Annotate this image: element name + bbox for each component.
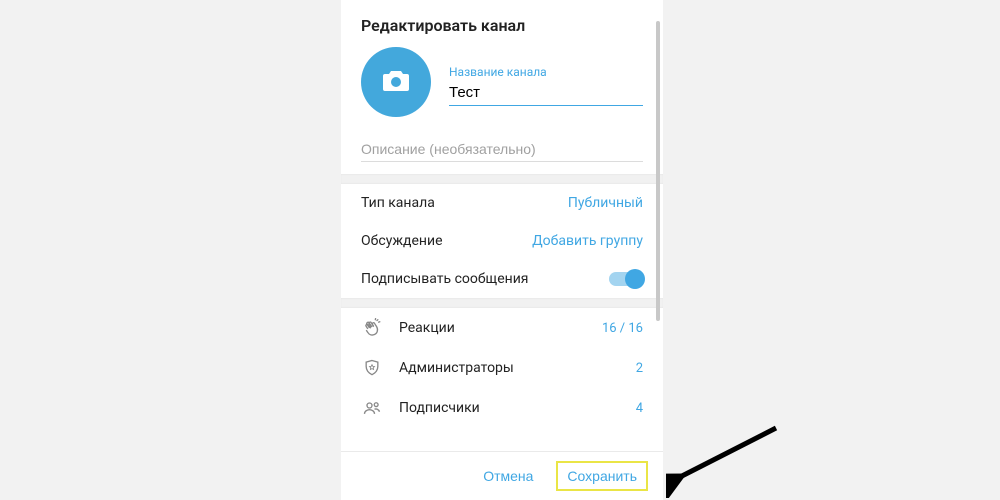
channel-header-section: Название канала xyxy=(341,43,663,133)
wave-icon xyxy=(361,318,383,338)
people-icon xyxy=(361,398,383,418)
discussion-value: Добавить группу xyxy=(532,233,643,249)
description-field[interactable] xyxy=(341,133,663,174)
channel-name-field[interactable]: Название канала xyxy=(449,59,643,106)
discussion-row[interactable]: Обсуждение Добавить группу xyxy=(341,222,663,260)
channel-type-label: Тип канала xyxy=(361,195,435,211)
admins-label: Администраторы xyxy=(399,360,620,376)
annotation-arrow-icon xyxy=(666,418,786,498)
description-input[interactable] xyxy=(361,137,643,162)
sign-messages-row[interactable]: Подписывать сообщения xyxy=(341,260,663,298)
channel-name-input[interactable] xyxy=(449,81,643,106)
reactions-label: Реакции xyxy=(399,320,586,336)
edit-channel-dialog: Редактировать канал Название канала Тип … xyxy=(341,0,663,500)
discussion-label: Обсуждение xyxy=(361,233,443,249)
admins-count: 2 xyxy=(636,361,643,376)
shield-star-icon xyxy=(361,358,383,378)
channel-name-label: Название канала xyxy=(449,65,643,79)
scrollbar-thumb[interactable] xyxy=(656,21,660,321)
sign-messages-toggle[interactable] xyxy=(609,272,643,286)
sign-messages-label: Подписывать сообщения xyxy=(361,271,528,287)
section-divider xyxy=(341,174,663,184)
dialog-title: Редактировать канал xyxy=(341,0,663,43)
channel-type-value: Публичный xyxy=(568,195,643,211)
dialog-footer: Отмена Сохранить xyxy=(341,451,663,500)
dialog-scroll-area: Редактировать канал Название канала Тип … xyxy=(341,0,663,451)
reactions-row[interactable]: Реакции 16 / 16 xyxy=(341,308,663,348)
reactions-count: 16 / 16 xyxy=(602,321,643,336)
section-divider xyxy=(341,298,663,308)
admins-row[interactable]: Администраторы 2 xyxy=(341,348,663,388)
save-button[interactable]: Сохранить xyxy=(557,462,647,490)
subscribers-count: 4 xyxy=(636,401,643,416)
subscribers-row[interactable]: Подписчики 4 xyxy=(341,388,663,428)
channel-photo-button[interactable] xyxy=(361,47,431,117)
cancel-button[interactable]: Отмена xyxy=(473,462,543,490)
subscribers-label: Подписчики xyxy=(399,400,620,416)
channel-type-row[interactable]: Тип канала Публичный xyxy=(341,184,663,222)
camera-icon xyxy=(381,67,411,97)
